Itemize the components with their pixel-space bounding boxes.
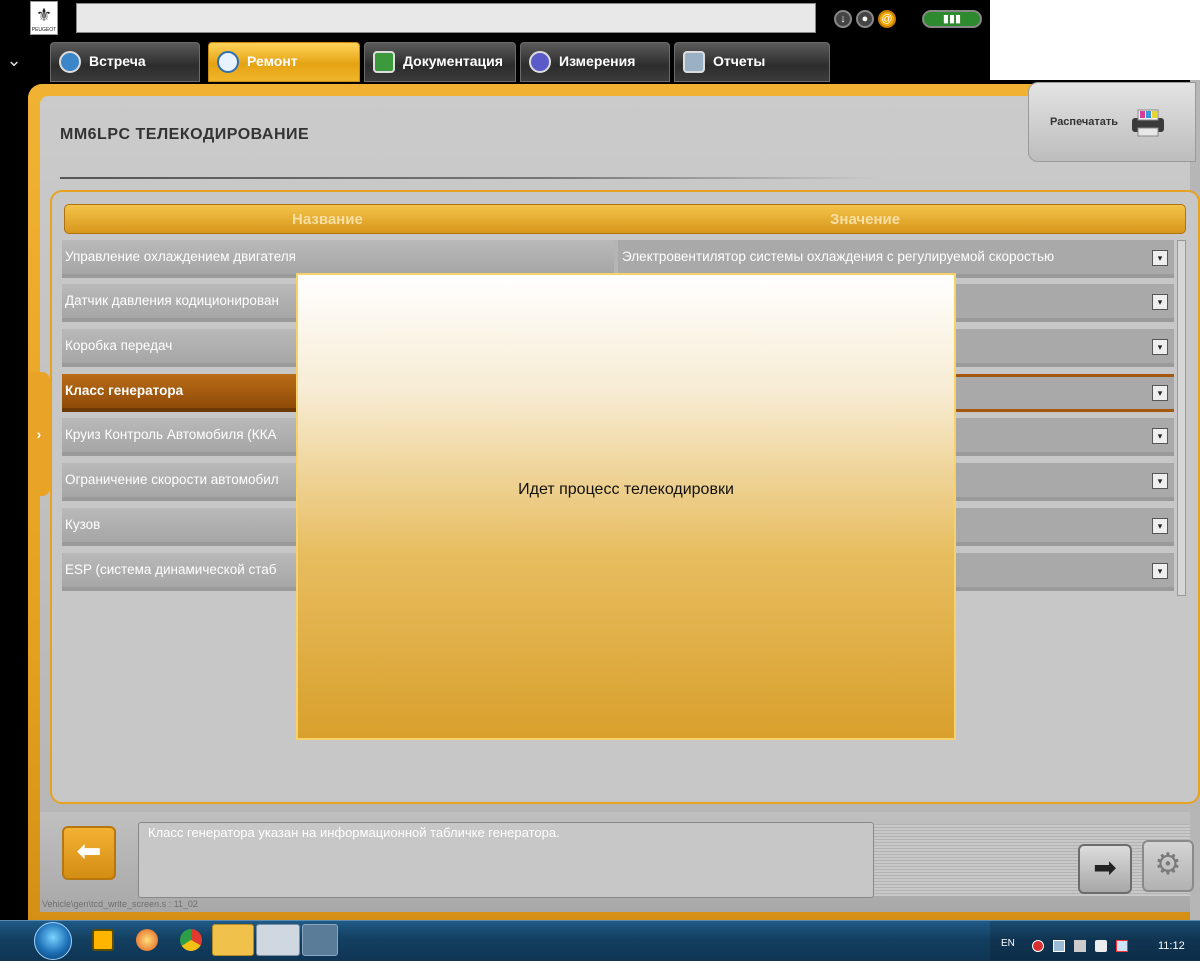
print-label: Распечатать (1050, 116, 1119, 128)
gear-icon[interactable]: ⚙ (1142, 840, 1194, 892)
tab-remont[interactable]: Ремонт (208, 42, 360, 82)
tab-label: Документация (403, 53, 503, 69)
column-header-name: Название (292, 211, 363, 228)
dropdown-arrow-icon[interactable]: ▾ (1152, 385, 1168, 401)
chevron-down-icon[interactable]: ⌄ (4, 50, 24, 70)
peugeot-logo: ⚜ PEUGEOT (30, 1, 58, 35)
magnifier-icon (217, 51, 239, 73)
tab-label: Встреча (89, 53, 146, 69)
tab-dokumentatsiya[interactable]: Документация (364, 42, 516, 82)
explorer-icon[interactable] (212, 924, 254, 956)
start-button[interactable] (34, 922, 72, 960)
tab-label: Измерения (559, 53, 636, 69)
battery-status-icon: ▮▮▮ (922, 10, 982, 28)
chrome-icon[interactable] (180, 929, 202, 951)
value-text: Электровентилятор системы охлаждения с р… (622, 249, 1055, 264)
volume-icon[interactable] (1095, 940, 1107, 952)
report-icon (683, 51, 705, 73)
table-scrollbar[interactable] (1177, 240, 1186, 596)
network-icon[interactable] (1053, 940, 1065, 952)
next-button[interactable]: ➡ (1078, 844, 1132, 894)
dropdown-arrow-icon[interactable]: ▾ (1152, 250, 1168, 266)
tab-izmereniya[interactable]: Измерения (520, 42, 670, 82)
dropdown-arrow-icon[interactable]: ▾ (1152, 563, 1168, 579)
meeting-icon (59, 51, 81, 73)
ie-icon[interactable] (92, 929, 114, 951)
tab-vstrecha[interactable]: Встреча (50, 42, 200, 82)
app-window-icon[interactable] (256, 924, 300, 956)
display-icon[interactable] (1074, 940, 1086, 952)
back-button[interactable]: ⬅ (62, 826, 116, 880)
language-indicator[interactable]: EN (1001, 938, 1015, 949)
screen-path-label: Vehicle\gen\tcd_write_screen.s : 11_02 (42, 899, 198, 909)
action-center-icon[interactable] (1116, 940, 1128, 952)
table-header (64, 204, 1186, 234)
tab-label: Ремонт (247, 53, 298, 69)
dropdown-arrow-icon[interactable]: ▾ (1152, 518, 1168, 534)
book-icon (373, 51, 395, 73)
waveform-icon (529, 51, 551, 73)
user-icon[interactable]: ● (856, 10, 874, 28)
dropdown-arrow-icon[interactable]: ▾ (1152, 428, 1168, 444)
email-icon[interactable]: @ (878, 10, 896, 28)
info-message-text: Класс генератора указан на информационно… (148, 825, 560, 840)
firefox-icon[interactable] (136, 929, 158, 951)
progress-dialog (296, 273, 956, 740)
printer-icon (1132, 109, 1164, 137)
page-title: MM6LPC ТЕЛЕКОДИРОВАНИЕ (60, 126, 310, 143)
tab-label: Отчеты (713, 53, 766, 69)
blank-area (990, 0, 1200, 80)
clock[interactable]: 11:12 (1158, 940, 1185, 952)
address-field[interactable] (76, 3, 816, 33)
dropdown-arrow-icon[interactable]: ▾ (1152, 294, 1168, 310)
title-divider (60, 177, 880, 179)
progress-message: Идет процесс телекодировки (518, 481, 734, 498)
paint-icon[interactable] (302, 924, 338, 956)
tab-otchety[interactable]: Отчеты (674, 42, 830, 82)
dropdown-arrow-icon[interactable]: ▾ (1152, 339, 1168, 355)
download-icon[interactable]: ↓ (834, 10, 852, 28)
dropdown-arrow-icon[interactable]: ▾ (1152, 473, 1168, 489)
side-expand-icon[interactable]: › (28, 372, 50, 496)
antivirus-icon[interactable] (1032, 940, 1044, 952)
column-header-value: Значение (830, 211, 901, 228)
